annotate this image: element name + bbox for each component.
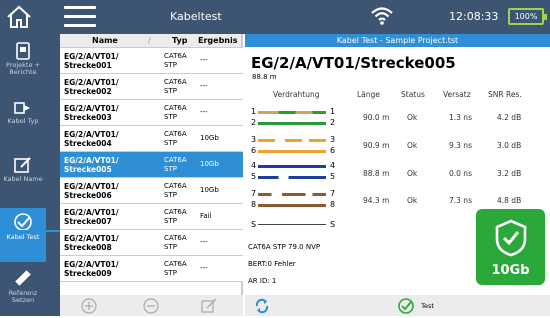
list-item[interactable]: EG/2/A/VT01/Strecke002 CAT6A STP ---: [60, 74, 243, 100]
sidebar-item-label: Referenz Setzen: [8, 289, 38, 304]
sidebar-item-label: Kabel Typ: [7, 117, 39, 125]
cable-title: EG/2/A/VT01/Strecke005: [251, 54, 456, 72]
list-item[interactable]: EG/2/A/VT01/Strecke003 CAT6A STP ---: [60, 100, 243, 126]
sidebar-item-label: Kabel Test: [6, 233, 40, 241]
wire-pair-1-2: 11 22: [251, 107, 336, 127]
list-item[interactable]: EG/2/A/VT01/Strecke006 CAT6A STP 10Gb: [60, 178, 243, 204]
shield-wire: SS: [251, 220, 336, 229]
cable-length: 88.8 m: [252, 73, 277, 81]
sidebar-item-label: Projekte + Berichte: [6, 61, 40, 76]
edit-icon: [14, 157, 31, 173]
list-header: Name / Typ Ergebnis: [60, 34, 241, 48]
column-header-status: Status: [401, 90, 425, 99]
column-header-result[interactable]: Ergebnis: [198, 36, 238, 45]
column-header-length: Länge: [357, 90, 380, 99]
add-button[interactable]: [80, 298, 98, 314]
sidebar-item-cable-test[interactable]: Kabel Test: [0, 208, 46, 262]
column-header-name[interactable]: Name: [92, 36, 118, 45]
panel-toolbar: Test: [245, 295, 550, 316]
connector-icon: [14, 102, 30, 114]
cable-list: Name / Typ Ergebnis EG/2/A/VT01/Strecke0…: [60, 34, 243, 295]
column-header-type[interactable]: Typ: [172, 36, 187, 45]
wire-pair-7-8: 77 88: [251, 189, 336, 209]
list-toolbar: [60, 295, 243, 316]
cable-spec: CAT6A STP 79.0 NVP: [248, 243, 321, 251]
test-button[interactable]: Test: [397, 298, 434, 314]
list-item-selected[interactable]: EG/2/A/VT01/Strecke005 CAT6A STP 10Gb: [60, 152, 243, 178]
list-item[interactable]: EG/2/A/VT01/Strecke001 CAT6A STP ---: [60, 48, 243, 74]
result-speed: 10Gb: [491, 263, 530, 278]
ar-id: AR ID: 1: [248, 277, 277, 285]
sidebar-item-label: Kabel Name: [3, 175, 43, 183]
remove-button[interactable]: [142, 298, 160, 314]
bert-result: BERT:0 Fehler: [248, 260, 296, 268]
ruler-icon: [15, 270, 31, 286]
phone-icon: [16, 42, 30, 60]
app-title: Kabeltest: [170, 10, 222, 23]
column-header-snr: SNR Res.: [488, 90, 522, 99]
test-label: Test: [421, 302, 434, 310]
panel-header: Kabel Test - Sample Project.tst: [245, 34, 550, 47]
check-shield-icon: [495, 219, 527, 257]
home-icon[interactable]: [6, 5, 32, 29]
refresh-icon[interactable]: [253, 298, 271, 314]
battery-indicator: 100%: [508, 8, 547, 25]
sidebar-item-cable-type[interactable]: Kabel Typ: [0, 96, 46, 150]
sidebar-item-reference[interactable]: Referenz Setzen: [0, 264, 46, 318]
column-header-wiring: Verdrahtung: [273, 90, 320, 99]
list-item[interactable]: EG/2/A/VT01/Strecke008 CAT6A STP ---: [60, 230, 243, 256]
sidebar: Projekte + Berichte Kabel Typ Kabel Name…: [0, 34, 60, 316]
sidebar-item-cable-name[interactable]: Kabel Name: [0, 152, 46, 206]
list-item[interactable]: EG/2/A/VT01/Strecke009 CAT6A STP ---: [60, 256, 243, 282]
selection-connector-line: [0, 230, 60, 232]
check-circle-icon: [398, 298, 414, 314]
menu-icon[interactable]: [64, 6, 96, 28]
wire-pair-4-5: 44 55: [251, 161, 336, 181]
wire-pair-3-6: 33 66: [251, 135, 336, 155]
list-item[interactable]: EG/2/A/VT01/Strecke004 CAT6A STP 10Gb: [60, 126, 243, 152]
list-item[interactable]: EG/2/A/VT01/Strecke007 CAT6A STP Fail: [60, 204, 243, 230]
plus-icon: [81, 298, 97, 314]
check-icon: [14, 213, 32, 231]
minus-icon: [143, 298, 159, 314]
column-header-skew: Versatz: [443, 90, 471, 99]
top-bar: Kabeltest 12:08:33 100%: [0, 0, 550, 34]
sidebar-item-projects[interactable]: Projekte + Berichte: [0, 38, 46, 92]
edit-icon: [201, 298, 217, 313]
clock: 12:08:33: [449, 10, 499, 23]
result-badge: 10Gb: [476, 209, 545, 285]
edit-button[interactable]: [200, 298, 218, 314]
wifi-icon: [371, 7, 393, 25]
